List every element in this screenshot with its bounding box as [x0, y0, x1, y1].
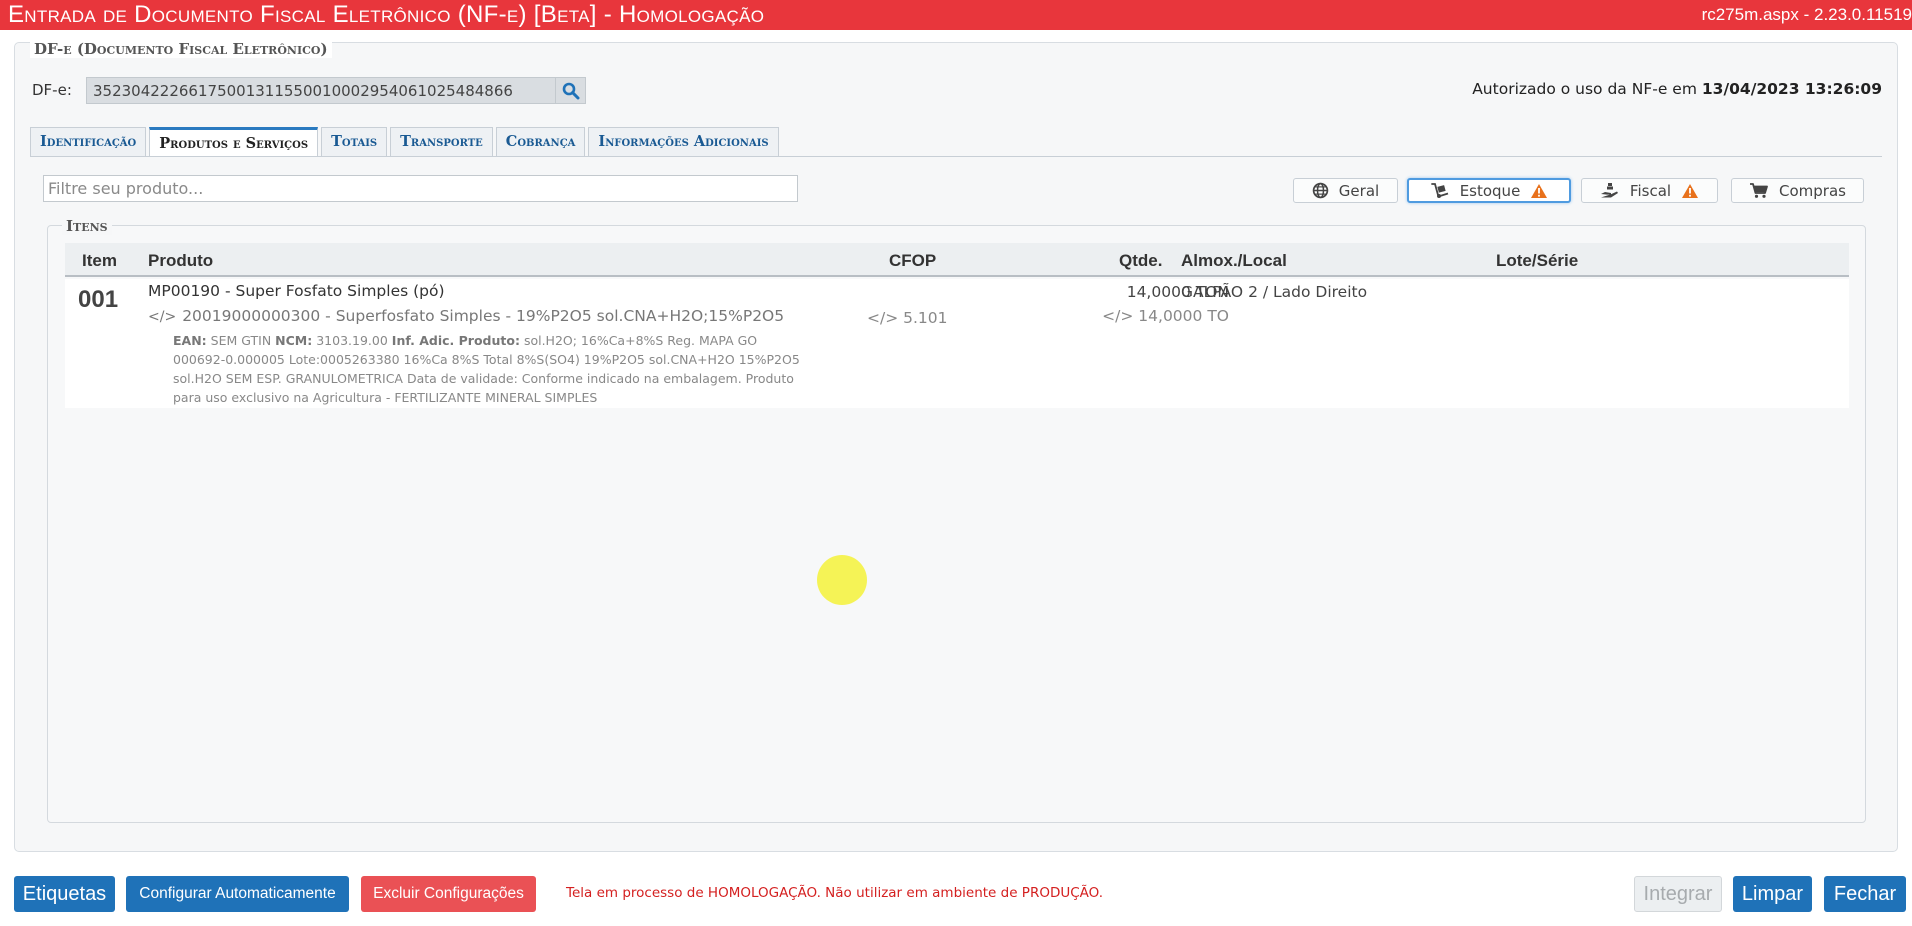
geral-label: Geral [1338, 181, 1380, 200]
code-icon: </> [867, 309, 899, 327]
fiscal-label: Fiscal [1629, 181, 1672, 200]
configurar-automaticamente-button[interactable]: Configurar Automaticamente [126, 876, 349, 912]
column-header-qtde[interactable]: Qtde. [1119, 251, 1162, 271]
almox-value: GALPÃO 2 / Lado Direito [1181, 283, 1368, 301]
page-title: Entrada de Documento Fiscal Eletrônico (… [8, 1, 765, 28]
product-supplier-code: </> 20019000000300 - Superfosfato Simples… [148, 307, 784, 325]
ncm-label: NCM: [275, 333, 313, 348]
integrar-button[interactable]: Integrar [1634, 876, 1722, 912]
ncm-value: 3103.19.00 [316, 333, 388, 348]
product-details: EAN: SEM GTIN NCM: 3103.19.00 Inf. Adic.… [173, 331, 813, 407]
items-legend: Itens [62, 217, 112, 235]
tab-bar: Identificação Produtos e Serviços Totais… [30, 127, 782, 157]
fiscal-button[interactable]: Fiscal [1581, 178, 1718, 203]
column-header-item[interactable]: Item [82, 251, 117, 271]
code-icon: </> [1102, 307, 1134, 325]
quantity-secondary-value: 14,0000 TO [1138, 307, 1229, 325]
table-row[interactable]: 001 MP00190 - Super Fosfato Simples (pó)… [65, 279, 1849, 408]
column-header-lote[interactable]: Lote/Série [1496, 251, 1578, 271]
ean-value: SEM GTIN [210, 333, 272, 348]
product-name: MP00190 - Super Fosfato Simples (pó) [148, 282, 445, 300]
quantity-secondary: </> 14,0000 TO [1102, 307, 1229, 325]
tab-informacoes-adicionais[interactable]: Informações Adicionais [588, 127, 779, 156]
excluir-configuracoes-button[interactable]: Excluir Configurações [361, 876, 536, 912]
cart-icon [1750, 183, 1768, 198]
hand-truck-icon [1430, 183, 1448, 198]
tab-produtos-servicos[interactable]: Produtos e Serviços [149, 127, 319, 157]
version-label: rc275m.aspx - 2.23.0.11519 [1701, 5, 1912, 24]
product-filter-input[interactable] [43, 175, 798, 202]
item-number: 001 [78, 286, 119, 313]
column-header-produto[interactable]: Produto [148, 251, 213, 271]
compras-label: Compras [1779, 181, 1846, 200]
title-bar: Entrada de Documento Fiscal Eletrônico (… [0, 0, 1912, 30]
dfe-legend: DF-e (Documento Fiscal Eletrônico) [30, 40, 332, 58]
authorization-datetime: 13/04/2023 13:26:09 [1701, 80, 1882, 98]
compras-button[interactable]: Compras [1731, 178, 1864, 203]
product-code-desc: 20019000000300 - Superfosfato Simples - … [182, 307, 785, 325]
hand-coins-icon [1600, 183, 1618, 198]
warning-icon [1682, 183, 1699, 198]
etiquetas-button[interactable]: Etiquetas [14, 876, 115, 912]
estoque-button[interactable]: Estoque [1407, 178, 1571, 203]
limpar-button[interactable]: Limpar [1733, 876, 1812, 912]
warning-icon [1531, 183, 1548, 198]
column-header-cfop[interactable]: CFOP [889, 251, 936, 271]
tab-totais[interactable]: Totais [321, 127, 388, 156]
globe-icon [1312, 182, 1329, 199]
ean-label: EAN: [173, 333, 207, 348]
dfe-search-button[interactable] [556, 77, 586, 104]
search-icon [562, 82, 579, 99]
authorization-status: Autorizado o uso da NF-e em 13/04/2023 1… [1472, 80, 1882, 98]
cursor-highlight [817, 555, 867, 605]
dfe-key-input[interactable]: 3523042226617500131155001000295406102548… [86, 77, 556, 104]
code-icon: </> [148, 309, 177, 325]
geral-button[interactable]: Geral [1293, 178, 1398, 203]
tab-transporte[interactable]: Transporte [390, 127, 493, 156]
tab-identificacao[interactable]: Identificação [30, 127, 147, 156]
items-grid-header: Item Produto CFOP Qtde. Almox./Local Lot… [65, 243, 1849, 277]
cfop-value: </> 5.101 [867, 309, 948, 327]
fechar-button[interactable]: Fechar [1824, 876, 1906, 912]
inf-adic-label: Inf. Adic. Produto: [391, 333, 520, 348]
tab-cobranca[interactable]: Cobrança [495, 127, 586, 156]
column-header-almox[interactable]: Almox./Local [1181, 251, 1287, 271]
cfop-number: 5.101 [903, 309, 948, 327]
dfe-label: DF-e: [32, 81, 72, 99]
estoque-label: Estoque [1459, 181, 1521, 200]
authorization-prefix: Autorizado o uso da NF-e em [1472, 80, 1697, 98]
homologation-warning: Tela em processo de HOMOLOGAÇÃO. Não uti… [566, 885, 1104, 901]
tab-divider [30, 156, 1882, 157]
